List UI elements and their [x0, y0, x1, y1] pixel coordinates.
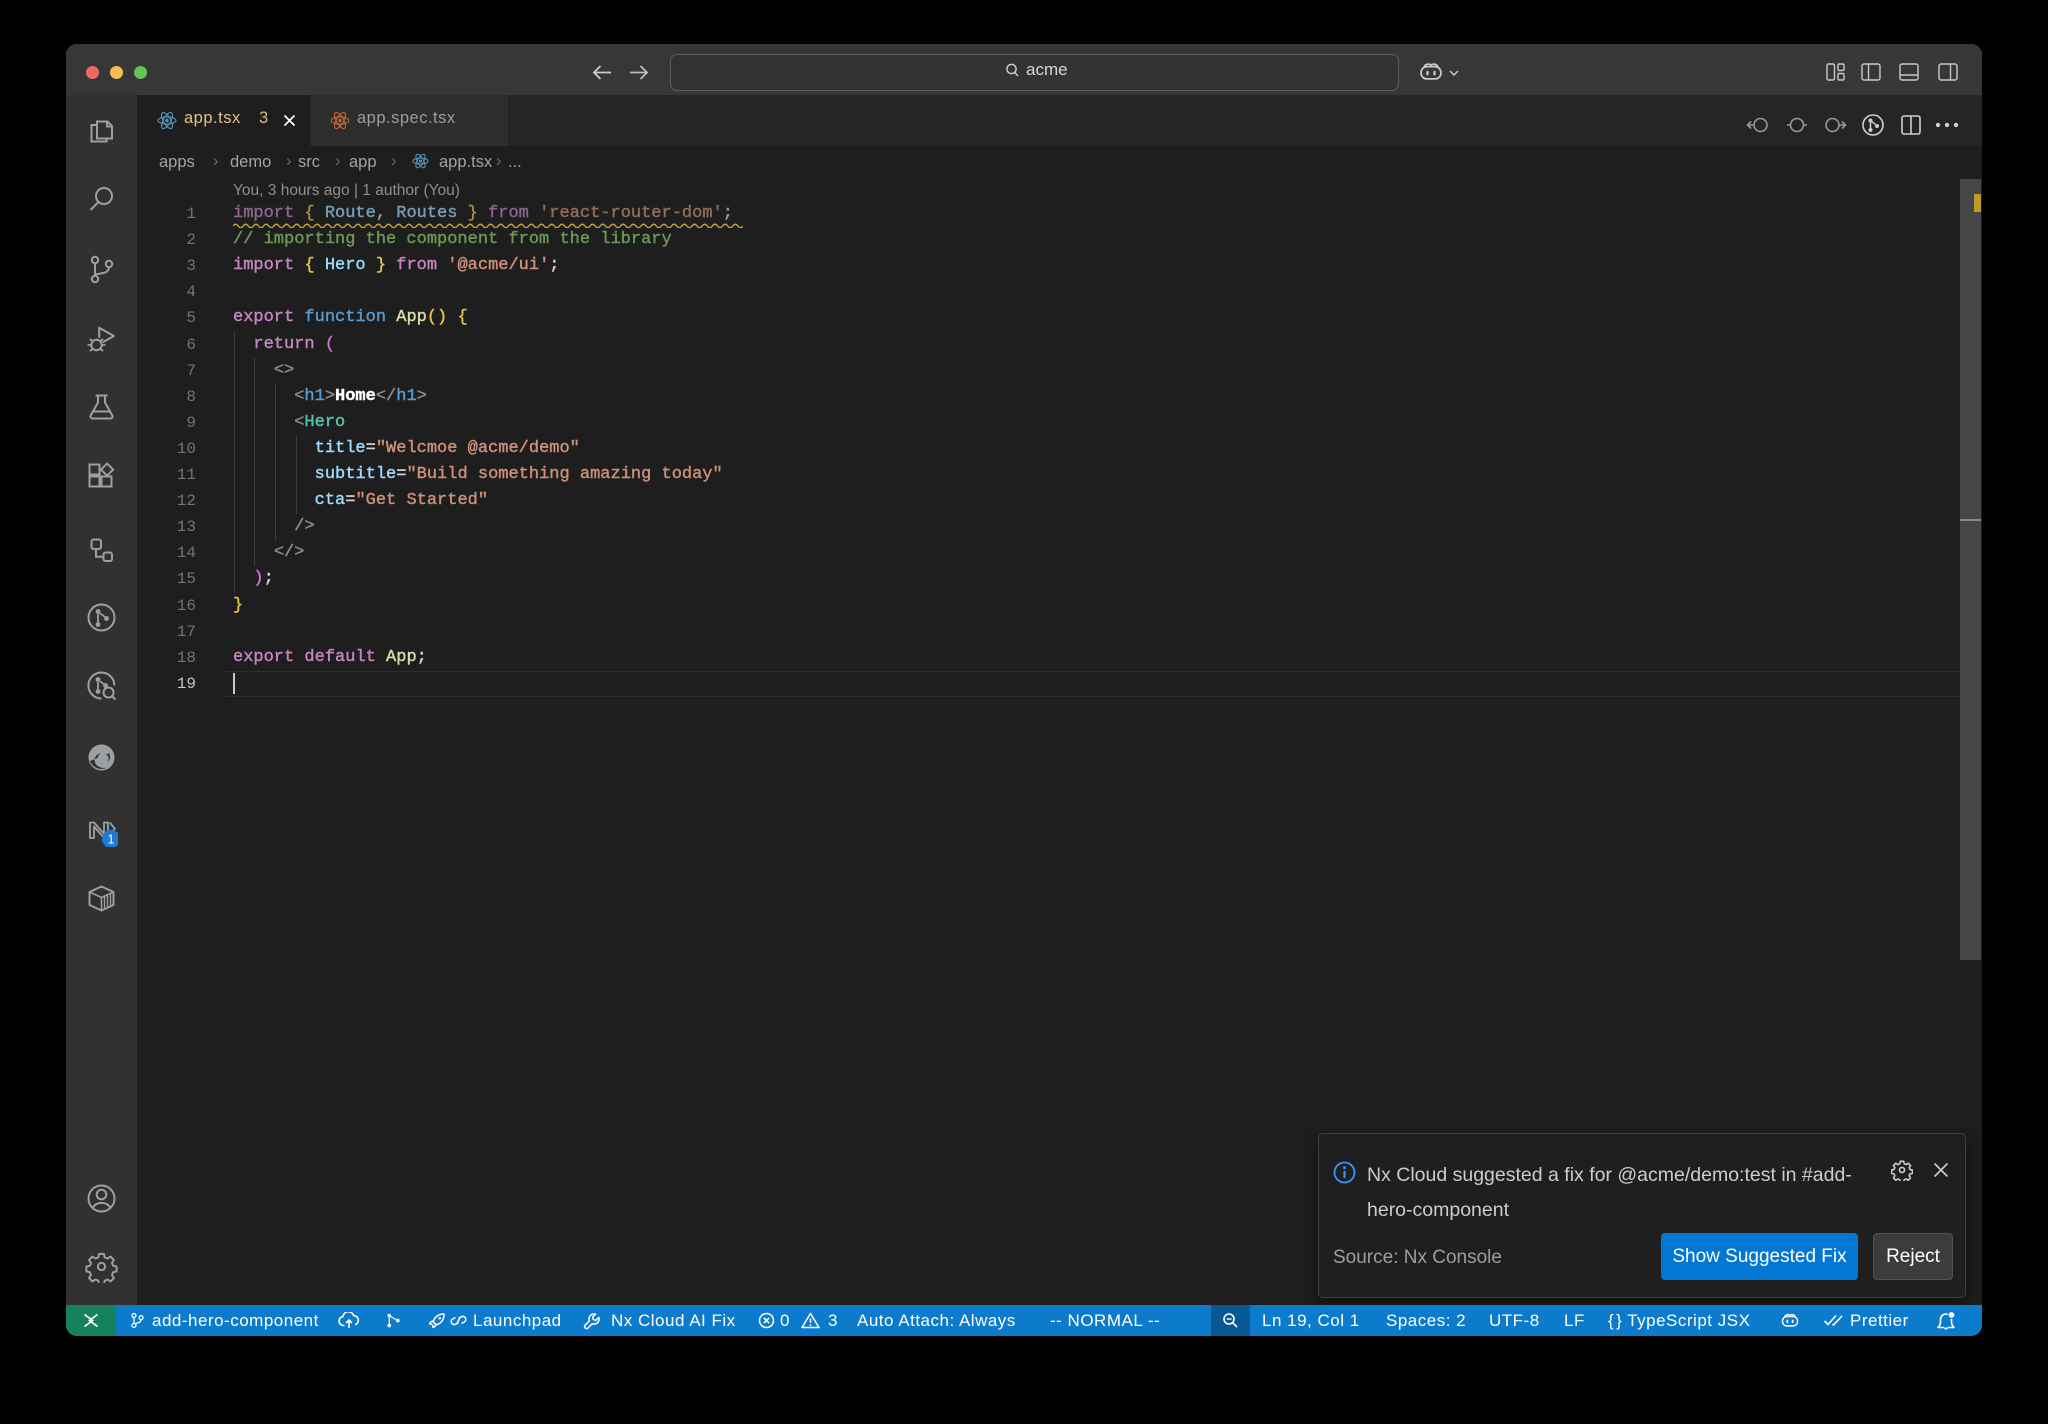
- svg-text:1: 1: [108, 832, 115, 846]
